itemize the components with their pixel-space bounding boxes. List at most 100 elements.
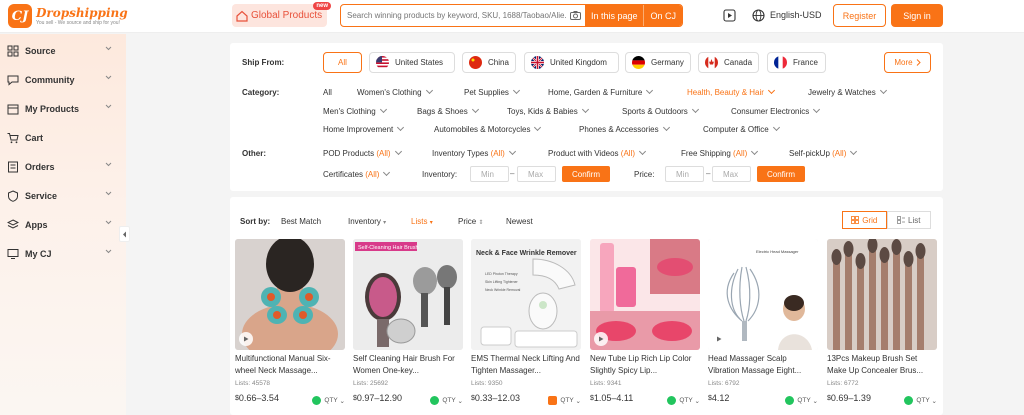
category-home-improvement[interactable]: Home Improvement [323,123,405,134]
sort-price[interactable]: Price ⇕ [458,217,484,226]
sidebar-item-source[interactable]: Source [0,36,126,65]
ship-from-canada[interactable]: Canada [698,52,759,73]
qty-selector[interactable]: QTY ⌄ [430,396,463,405]
price-confirm-button[interactable]: Confirm [757,166,805,182]
category-text: Health, Beauty & Hair [687,88,764,97]
product-card[interactable]: Electric Head Massager Head Massager Sca… [708,239,818,415]
ship-from-china[interactable]: China [462,52,516,73]
category-toys-kids-babies[interactable]: Toys, Kids & Babies [507,105,589,116]
sort-lists[interactable]: Lists ▾ [411,217,433,226]
qty-selector[interactable]: QTY ⌄ [548,396,581,405]
list-view-icon [897,216,906,224]
product-card[interactable]: Multifunctional Manual Six-wheel Neck Ma… [235,239,345,415]
product-title[interactable]: Self Cleaning Hair Brush For Women One-k… [353,353,463,377]
product-banner-text: Neck & Face Wrinkle Remover [476,250,577,257]
product-image[interactable]: Neck & Face Wrinkle Remover LED Photon T… [471,239,581,350]
category-phones-accessories[interactable]: Phones & Accessories [579,123,670,134]
language-currency-selector[interactable]: English-USD [770,10,822,20]
filter-product-with-videos[interactable]: Product with Videos (All) [548,147,647,158]
uk-flag-icon [531,56,544,69]
brand-logo[interactable]: CJ Dropshipping You sell - We source and… [8,4,128,28]
product-title[interactable]: Head Massager Scalp Vibration Massage Ei… [708,353,818,377]
inventory-max-input[interactable]: Max [517,166,556,182]
filter-pod-products[interactable]: POD Products (All) [323,147,402,158]
filter-certificates[interactable]: Certificates (All) [323,168,391,179]
category-womens-clothing[interactable]: Women's Clothing [357,86,433,97]
qty-selector[interactable]: QTY ⌄ [667,396,700,405]
product-image[interactable]: Self-Cleaning Hair Brush [353,239,463,350]
play-video-icon[interactable] [594,332,608,346]
category-health-beauty-hair[interactable]: Health, Beauty & Hair [687,86,775,97]
category-all[interactable]: All [323,88,332,97]
ship-from-france[interactable]: France [767,52,826,73]
sort-newest[interactable]: Newest [506,217,533,226]
search-input[interactable] [341,5,567,26]
product-card[interactable]: 13Pcs Makeup Brush Set Make Up Concealer… [827,239,937,415]
video-icon[interactable] [723,9,736,22]
product-card[interactable]: Self-Cleaning Hair Brush Self Cleaning H… [353,239,463,415]
filter-self-pickup[interactable]: Self-pickUp (All) [789,147,858,158]
sidebar-collapse-button[interactable] [119,226,130,242]
inventory-min-input[interactable]: Min [470,166,509,182]
ship-from-united-states[interactable]: United States [369,52,455,73]
product-title[interactable]: EMS Thermal Neck Lifting And Tighten Mas… [471,353,581,377]
register-button[interactable]: Register [833,4,886,27]
product-image[interactable]: Electric Head Massager [708,239,818,350]
product-title[interactable]: Multifunctional Manual Six-wheel Neck Ma… [235,353,345,377]
chevron-down-icon [105,220,112,225]
play-video-icon[interactable] [239,332,253,346]
product-image[interactable] [590,239,700,350]
sidebar-item-my-cj[interactable]: My CJ [0,239,126,268]
sort-inventory[interactable]: Inventory ▾ [348,217,386,226]
filter-text: Self-pickUp [789,149,830,158]
filter-inventory-types[interactable]: Inventory Types (All) [432,147,516,158]
more-countries-button[interactable]: More [884,52,931,73]
product-title[interactable]: New Tube Lip Rich Lip Color Slightly Spi… [590,353,700,377]
sidebar-item-cart[interactable]: Cart [0,123,126,152]
grid-view-button[interactable]: Grid [842,211,887,229]
price-min-input[interactable]: Min [665,166,704,182]
filter-text: Product with Videos [548,149,619,158]
ship-from-united-kingdom[interactable]: United Kingdom [524,52,619,73]
price-max-input[interactable]: Max [712,166,751,182]
qty-selector[interactable]: QTY ⌄ [312,396,345,405]
ship-from-germany[interactable]: Germany [625,52,691,73]
list-view-button[interactable]: List [886,211,931,229]
product-title[interactable]: 13Pcs Makeup Brush Set Make Up Concealer… [827,353,937,377]
search-on-cj-button[interactable]: On CJ [643,5,682,26]
qty-selector[interactable]: QTY ⌄ [785,396,818,405]
category-automobiles-motorcycles[interactable]: Automobiles & Motorcycles [434,123,542,134]
category-mens-clothing[interactable]: Men's Clothing [323,105,387,116]
category-bags-shoes[interactable]: Bags & Shoes [417,105,479,116]
category-home-garden-furniture[interactable]: Home, Garden & Furniture [548,86,654,97]
sidebar-item-community[interactable]: Community [0,65,126,94]
sidebar-item-service[interactable]: Service [0,181,126,210]
category-sports-outdoors[interactable]: Sports & Outdoors [622,105,699,116]
inventory-confirm-button[interactable]: Confirm [562,166,610,182]
product-card[interactable]: Neck & Face Wrinkle Remover LED Photon T… [471,239,581,415]
product-lists-count: Lists: 9350 [471,380,503,387]
search-in-page-button[interactable]: In this page [584,5,644,26]
sign-in-button[interactable]: Sign in [891,4,943,27]
sidebar-item-orders[interactable]: Orders [0,152,126,181]
category-computer-office[interactable]: Computer & Office [703,123,780,134]
qty-label: QTY [916,397,930,404]
category-pet-supplies[interactable]: Pet Supplies [464,86,520,97]
ship-from-all[interactable]: All [323,52,362,73]
category-jewelry-watches[interactable]: Jewelry & Watches [808,86,887,97]
sidebar-item-my-products[interactable]: My Products [0,94,126,123]
product-image[interactable] [827,239,937,350]
sort-best-match[interactable]: Best Match [281,217,321,226]
product-image[interactable] [235,239,345,350]
globe-icon[interactable] [752,9,765,22]
product-card[interactable]: New Tube Lip Rich Lip Color Slightly Spi… [590,239,700,415]
play-video-icon[interactable] [712,332,726,346]
chevron-down-icon [105,46,112,51]
camera-search-icon[interactable] [567,5,585,26]
qty-selector[interactable]: QTY ⌄ [904,396,937,405]
sidebar-item-label: Cart [25,132,44,143]
filter-free-shipping[interactable]: Free Shipping (All) [681,147,759,158]
global-products-button[interactable]: Global Products new [232,2,331,27]
sidebar-item-apps[interactable]: Apps [0,210,126,239]
category-consumer-electronics[interactable]: Consumer Electronics [731,105,821,116]
